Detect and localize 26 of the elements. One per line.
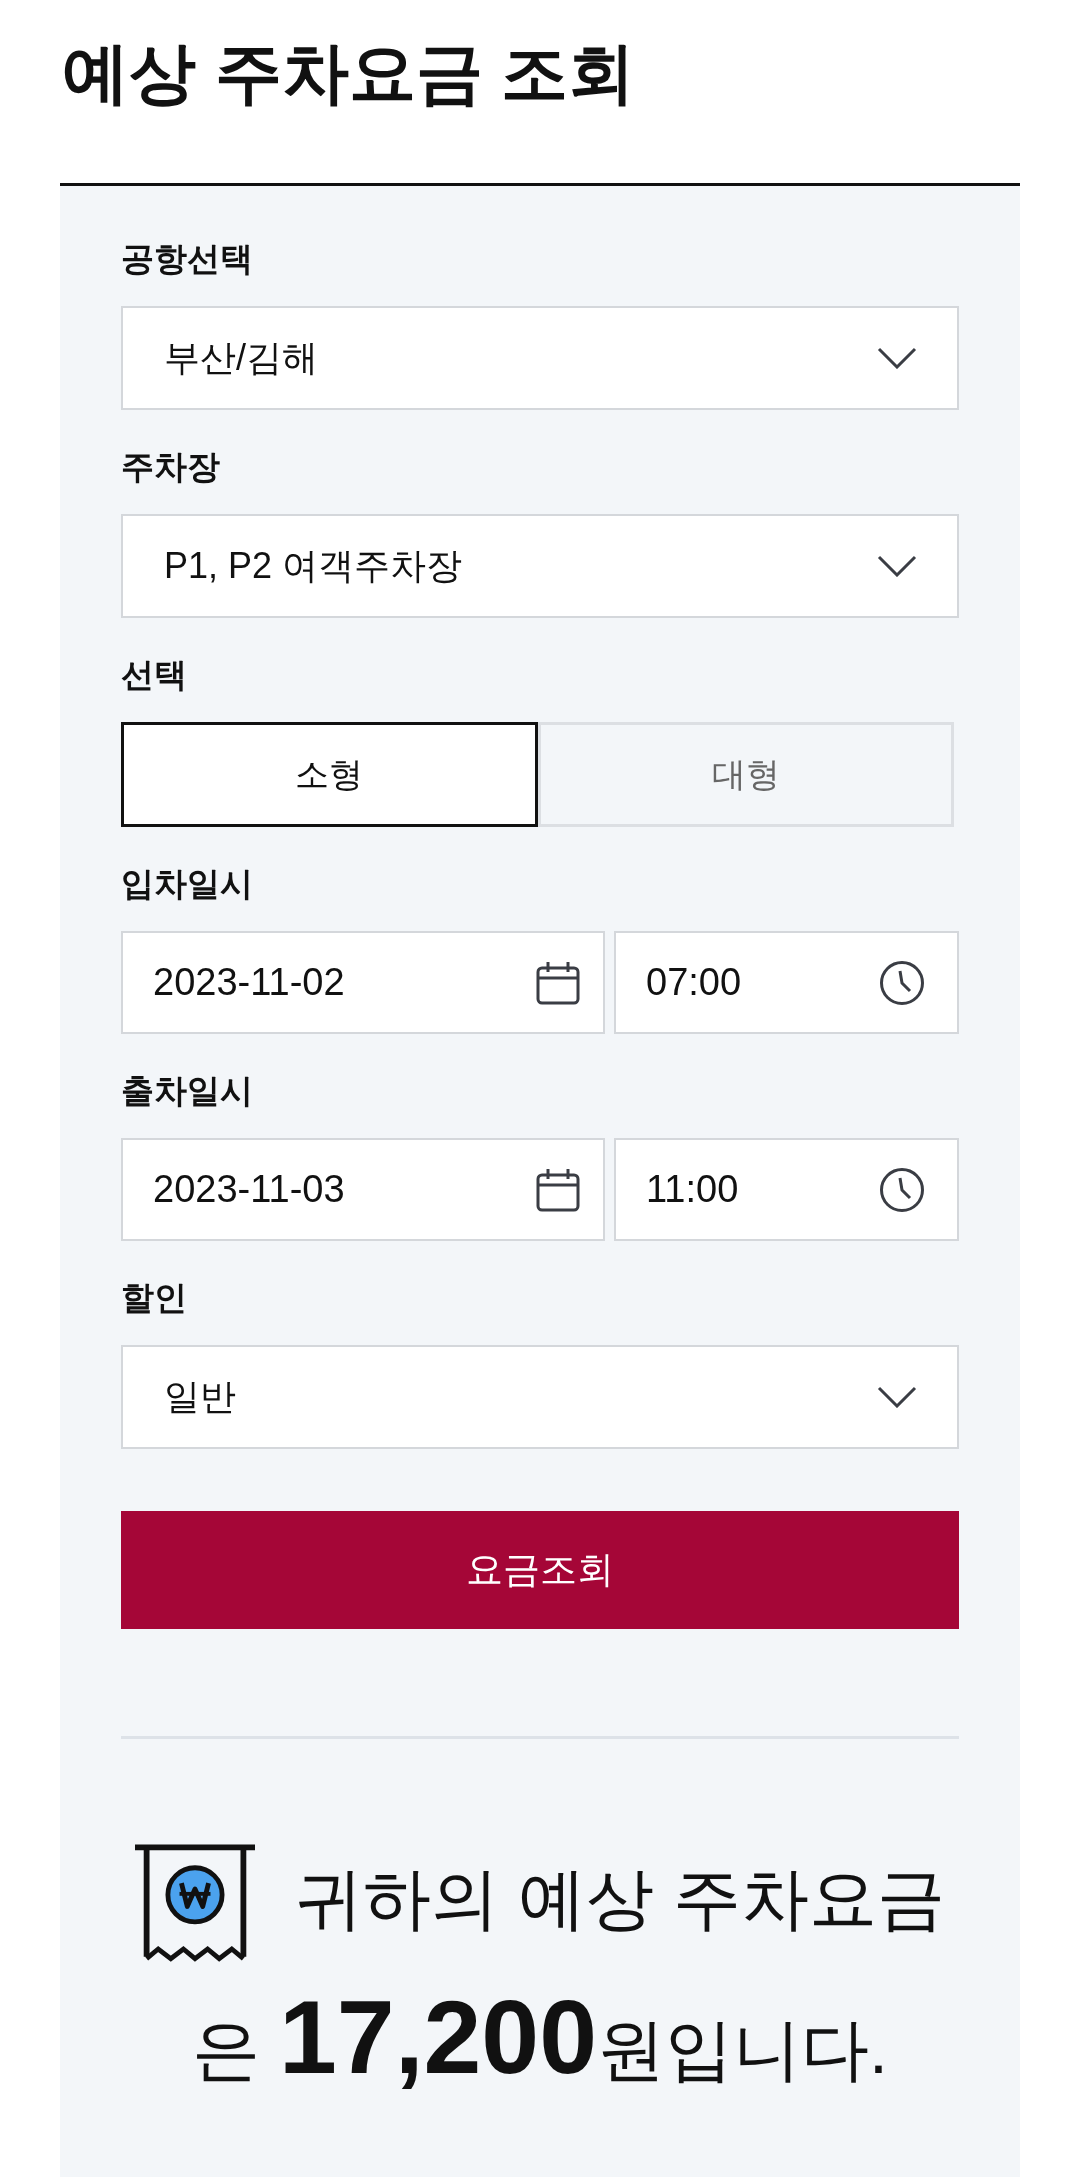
select-field[interactable]: 일반 bbox=[121, 1345, 959, 1449]
time-field[interactable]: 11:00 bbox=[614, 1138, 959, 1241]
vehicle-size-tab[interactable]: 소형 bbox=[121, 722, 538, 827]
fee-result-text: 귀하의 예상 주차요금은 17,200원입니다. bbox=[192, 1860, 945, 2087]
field-label: 공항선택 bbox=[121, 239, 253, 279]
date-field[interactable]: 2023-11-02 bbox=[121, 931, 605, 1034]
field-label: 입차일시 bbox=[121, 864, 253, 904]
clock-icon bbox=[879, 1166, 925, 1213]
page-title: 예상 주차요금 조회 bbox=[62, 34, 636, 111]
chevron-down-icon bbox=[877, 347, 917, 369]
field-label: 할인 bbox=[121, 1278, 187, 1318]
time-field[interactable]: 07:00 bbox=[614, 931, 959, 1034]
field-label: 선택 bbox=[121, 655, 187, 695]
chevron-down-icon bbox=[877, 1386, 917, 1408]
select-field[interactable]: P1, P2 여객주차장 bbox=[121, 514, 959, 618]
receipt-coin-icon bbox=[135, 1843, 256, 1965]
field-label: 출차일시 bbox=[121, 1071, 253, 1111]
chevron-down-icon bbox=[877, 555, 917, 577]
calendar-icon bbox=[535, 959, 581, 1006]
calendar-icon bbox=[535, 1166, 581, 1213]
date-field[interactable]: 2023-11-03 bbox=[121, 1138, 605, 1241]
clock-icon bbox=[879, 959, 925, 1006]
vehicle-size-tab[interactable]: 대형 bbox=[537, 722, 954, 827]
fee-search-button[interactable]: 요금조회 bbox=[121, 1511, 959, 1629]
select-field[interactable]: 부산/김해 bbox=[121, 306, 959, 410]
field-label: 주차장 bbox=[121, 447, 220, 487]
